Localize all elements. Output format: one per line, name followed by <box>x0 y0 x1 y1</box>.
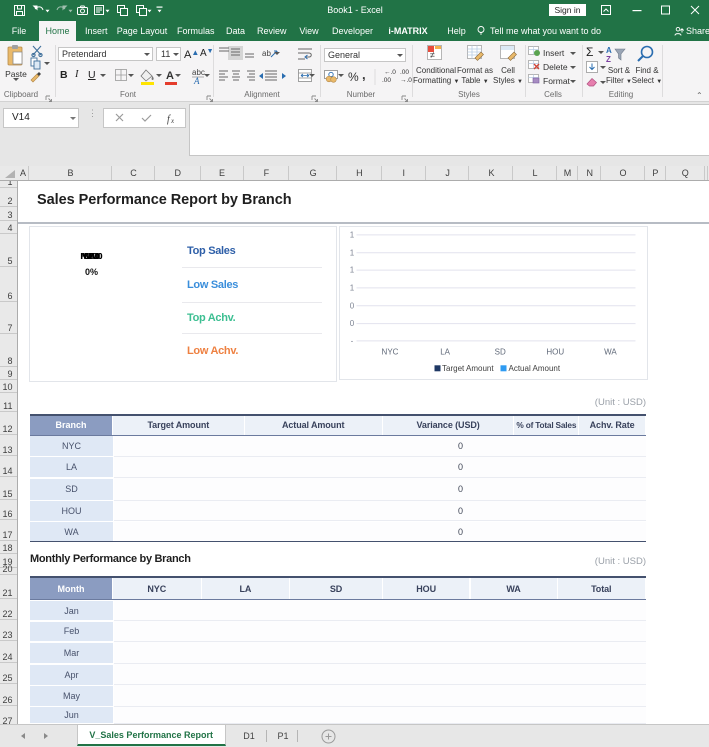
svg-text:A: A <box>606 46 612 55</box>
svg-text:→.0: →.0 <box>400 77 412 84</box>
svg-text:1: 1 <box>349 248 354 257</box>
svg-text:.00: .00 <box>382 77 391 84</box>
svg-text:≠: ≠ <box>430 50 435 60</box>
svg-text:Target Amount: Target Amount <box>442 364 494 373</box>
svg-text:Actual Amount: Actual Amount <box>508 364 560 373</box>
svg-text:HOU: HOU <box>546 347 564 356</box>
svg-text:NYC: NYC <box>381 347 398 356</box>
svg-text:1: 1 <box>349 230 354 239</box>
svg-text:x: x <box>170 117 175 125</box>
svg-text:ab: ab <box>262 49 271 58</box>
svg-text:%: % <box>348 70 359 84</box>
svg-text:A: A <box>193 76 200 86</box>
svg-text:,: , <box>362 67 366 82</box>
svg-text:Z: Z <box>606 55 611 63</box>
svg-text:A: A <box>166 70 174 82</box>
svg-text:←.0: ←.0 <box>384 69 396 76</box>
svg-text:-: - <box>350 336 353 345</box>
svg-text:0: 0 <box>349 319 354 328</box>
svg-text:0: 0 <box>349 301 354 310</box>
svg-text:.00: .00 <box>400 69 409 76</box>
svg-text:1: 1 <box>349 283 354 292</box>
svg-text:WA: WA <box>604 347 617 356</box>
svg-text:SD: SD <box>494 347 505 356</box>
svg-text:1: 1 <box>349 265 354 274</box>
svg-text:LA: LA <box>440 347 450 356</box>
